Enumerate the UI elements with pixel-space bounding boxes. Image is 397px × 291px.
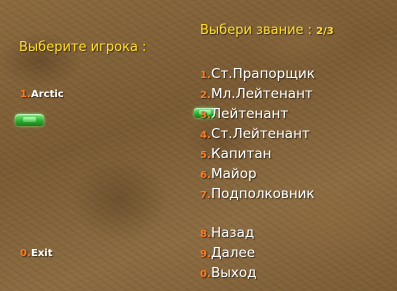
exit-item[interactable]: 0.Exit	[20, 241, 53, 260]
exit-rank-item[interactable]: 0.Выход	[200, 262, 257, 282]
player-item-label: Arctic	[31, 89, 64, 100]
next-item-number: 9.	[200, 249, 211, 260]
rank-item-2[interactable]: 2.Мл.Лейтенант	[200, 83, 313, 103]
rank-item-4[interactable]: 4.Ст.Лейтенант	[200, 123, 310, 143]
rank-item-7[interactable]: 7.Подполковник	[200, 183, 315, 203]
rank-item-number: 6.	[200, 170, 211, 181]
rank-item-number: 3.	[200, 110, 211, 121]
rank-item-label: Ст.Прапорщик	[211, 66, 315, 82]
next-item-label: Далее	[211, 245, 256, 261]
rank-item-number: 2.	[200, 90, 211, 101]
rank-item-3[interactable]: 3.Лейтенант	[200, 103, 288, 123]
rank-item-number: 4.	[200, 130, 211, 141]
rank-item-5[interactable]: 5.Капитан	[200, 143, 271, 163]
next-item[interactable]: 9.Далее	[200, 242, 255, 262]
exit-item-number: 0.	[20, 248, 31, 259]
rank-menu-title-text: Выбери звание :	[200, 23, 313, 38]
rank-item-label: Ст.Лейтенант	[211, 126, 310, 142]
back-item-number: 8.	[200, 229, 211, 240]
rank-menu-title: Выбери звание : 2/3	[200, 23, 334, 38]
rank-menu-page-indicator: 2/3	[316, 26, 334, 37]
back-item[interactable]: 8.Назад	[200, 222, 254, 242]
exit-rank-item-number: 0.	[200, 269, 211, 280]
exit-rank-item-label: Выход	[211, 265, 257, 281]
rank-item-label: Мл.Лейтенант	[211, 86, 313, 102]
player-menu-title: Выберите игрока :	[19, 40, 147, 55]
rank-item-label: Майор	[211, 166, 257, 182]
rank-item-1[interactable]: 1.Ст.Прапорщик	[200, 63, 315, 83]
exit-item-label: Exit	[31, 248, 53, 259]
rank-item-number: 1.	[200, 70, 211, 81]
rank-item-number: 5.	[200, 150, 211, 161]
rank-item-label: Капитан	[211, 146, 272, 162]
back-item-label: Назад	[211, 225, 255, 241]
rank-item-label: Подполковник	[211, 186, 315, 202]
green-selector-button[interactable]	[15, 114, 44, 126]
rank-item-number: 7.	[200, 190, 211, 201]
player-item-number: 1.	[20, 89, 31, 100]
player-item-arctic[interactable]: 1.Arctic	[20, 82, 64, 101]
rank-item-6[interactable]: 6.Майор	[200, 163, 257, 183]
rank-item-label: Лейтенант	[211, 106, 289, 122]
